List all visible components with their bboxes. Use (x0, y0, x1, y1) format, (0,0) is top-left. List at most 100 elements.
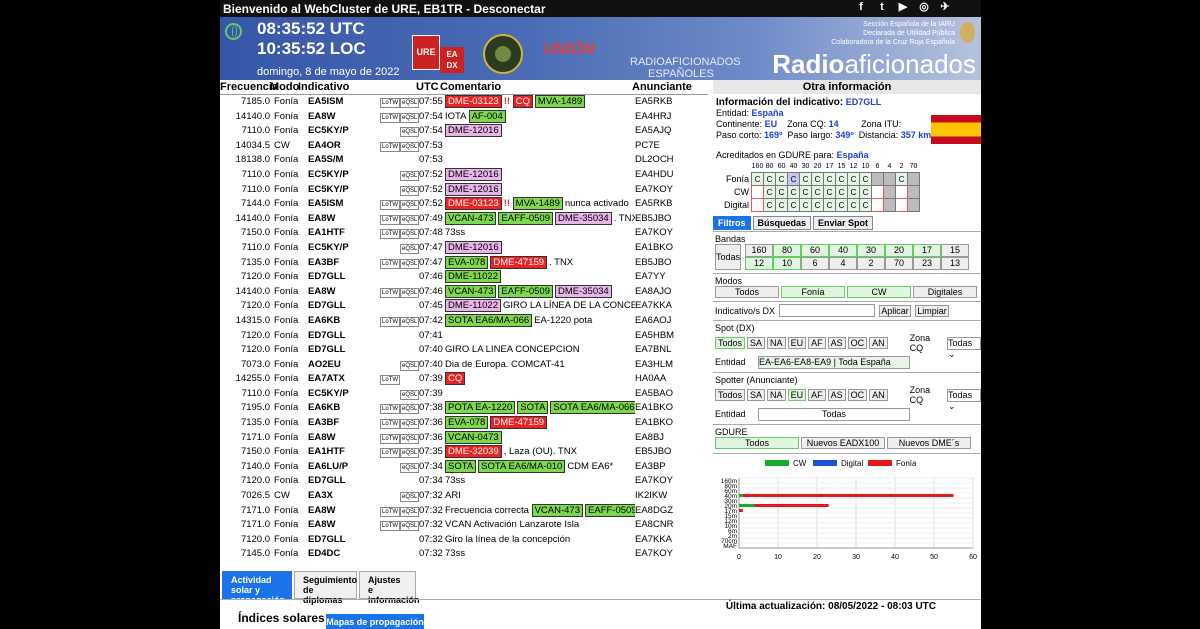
table-row[interactable]: 7120.0 Fonía ED7GLL 07:34 73ss EA7KOY (220, 474, 708, 489)
propagation-maps-button[interactable]: Mapas de propagación (326, 614, 424, 629)
table-row[interactable]: 7185.0 Fonía EA5ISM LoTW eQSL 07:55 DME-03123!… (220, 95, 708, 110)
announcer[interactable]: EA5HBM (635, 329, 700, 344)
table-row[interactable]: 14140.0 Fonía EA8W LoTW eQSL 07:54 IOTA AF-004… (220, 109, 708, 125)
callsign[interactable]: EA3BF (307, 416, 380, 431)
spot-continent-zona-select[interactable]: Todas ⌄ (947, 336, 981, 359)
callsign[interactable]: EC5KY/P (307, 168, 380, 183)
band-button[interactable]: 23 (913, 257, 941, 270)
table-row[interactable]: 14255.0 Fonía EA7ATX LoTW 07:39 CQ HA0AA (220, 372, 708, 387)
band-button[interactable]: 17 (913, 244, 941, 257)
callsign[interactable]: ED7GLL (307, 533, 380, 548)
table-row[interactable]: 7171.0 Fonía EA8W LoTW eQSL 07:36 VCAN-0473 EA8… (220, 430, 708, 446)
callsign[interactable]: EA4OR (307, 139, 380, 154)
award-tag[interactable]: DME-03123 (445, 95, 502, 108)
announcer[interactable]: EA7KOY (635, 183, 700, 198)
table-row[interactable]: 7140.0 Fonía EA6LU/P eQSL 07:34 SOTA SOTA EA6/… (220, 459, 708, 475)
col-frequency[interactable]: Frecuencia (220, 80, 278, 94)
award-tag[interactable]: SOTA EA6/MA-010 (478, 459, 566, 473)
callsign[interactable]: EA8W (307, 285, 380, 300)
announcer[interactable]: DL2OCH (635, 153, 700, 168)
table-row[interactable]: 14140.0 Fonía EA8W LoTW eQSL 07:46 VCAN-473 EAF… (220, 284, 708, 300)
table-row[interactable]: 7110.0 Fonía EC5KY/P eQSL 07:54 DME-12016 EA5A… (220, 124, 708, 139)
table-row[interactable]: 7110.0 Fonía EC5KY/P eQSL 07:52 DME-12016 EA7K… (220, 182, 708, 198)
award-tag[interactable]: SOTA (445, 459, 477, 473)
spotter-continent-sa[interactable]: SA (747, 389, 766, 401)
instagram-icon[interactable]: ◎ (918, 1, 930, 14)
spot-continent-todos[interactable]: Todos (715, 337, 746, 349)
table-row[interactable]: 14034.5 CW EA4OR LoTW eQSL 07:53 PC7E (220, 139, 708, 154)
tab-solar-activity[interactable]: Actividad solar y propagación (222, 571, 292, 605)
spot-continent-an[interactable]: AN (869, 337, 888, 349)
award-tag[interactable]: DME-12016 (445, 124, 502, 138)
table-row[interactable]: 7195.0 Fonía EA6KB LoTW eQSL 07:38 POTA EA-122… (220, 401, 708, 416)
spot-continent-eu[interactable]: EU (787, 337, 807, 349)
gdure-button[interactable]: Todos (715, 437, 799, 449)
spot-continent-oc[interactable]: OC (847, 337, 868, 349)
callsign[interactable]: EA5ISM (307, 95, 380, 110)
callsign[interactable]: ED7GLL (307, 299, 380, 314)
award-tag[interactable]: POTA EA-1220 (445, 401, 516, 415)
col-callsign[interactable]: Indicativo (298, 80, 416, 94)
clear-button[interactable]: Limpiar (915, 304, 950, 317)
table-row[interactable]: 7110.0 Fonía EC5KY/P eQSL 07:47 DME-12016 EA1B… (220, 240, 708, 256)
announcer[interactable]: EA8AJO (635, 285, 700, 300)
band-button[interactable]: 40 (829, 244, 857, 257)
callsign[interactable]: EA8W (307, 518, 380, 533)
callsign[interactable]: ED7GLL (307, 329, 380, 344)
announcer[interactable]: EB5JBO (635, 256, 700, 271)
award-tag[interactable]: DME-12016 (445, 240, 502, 254)
award-tag[interactable]: DME-11022 (445, 270, 501, 284)
mode-button[interactable]: Todos (715, 286, 779, 298)
table-row[interactable]: 7120.0 Fonía ED7GLL 07:45 DME-11022 GIRO LA L… (220, 299, 708, 314)
award-tag[interactable]: MVA-1489 (512, 197, 563, 211)
band-button[interactable]: 10 (773, 257, 801, 270)
announcer[interactable]: EA7BNL (635, 343, 700, 358)
band-button[interactable]: 15 (941, 244, 969, 257)
callsign[interactable]: EC5KY/P (307, 124, 380, 139)
globe-icon[interactable] (225, 23, 242, 40)
col-utc[interactable]: UTC (416, 80, 440, 94)
mode-button[interactable]: CW (847, 286, 911, 298)
announcer[interactable]: HA0AA (635, 372, 700, 387)
mode-button[interactable]: Fonía (781, 286, 845, 298)
announcer[interactable]: EA8BJ (635, 431, 700, 446)
table-row[interactable]: 7110.0 Fonía EC5KY/P eQSL 07:39 EA5BAO (220, 387, 708, 402)
announcer[interactable]: EA4HRJ (635, 110, 700, 125)
twitter-icon[interactable]: t (876, 1, 888, 14)
tab-send-spot[interactable]: Enviar Spot (813, 216, 874, 230)
award-tag[interactable]: SOTA EA6/MA-066 (550, 401, 635, 415)
callsign[interactable]: ED4DC (307, 547, 380, 562)
spot-continent-sa[interactable]: SA (747, 337, 766, 349)
announcer[interactable]: EA8CNR (635, 518, 700, 533)
announcer[interactable]: EA3BP (635, 460, 700, 475)
spot-continent-af[interactable]: AF (808, 337, 826, 349)
tab-diploma-tracking[interactable]: Seguimiento de diplomas (294, 571, 357, 605)
award-tag[interactable]: VCAN-473 (445, 211, 497, 225)
announcer[interactable]: EA6AOJ (635, 314, 700, 329)
table-row[interactable]: 7144.0 Fonía EA5ISM LoTW eQSL 07:52 DME-03123!… (220, 197, 708, 212)
table-row[interactable]: 7150.0 Fonía EA1HTF LoTW eQSL 07:48 73ss EA7KO… (220, 226, 708, 241)
spotter-continent-af[interactable]: AF (808, 389, 826, 401)
announcer[interactable]: EA1BKO (635, 401, 700, 416)
table-row[interactable]: 14140.0 Fonía EA8W LoTW eQSL 07:49 VCAN-473 EAF… (220, 211, 708, 227)
callsign[interactable]: EA1HTF (307, 226, 380, 241)
spotter-continent-zona-select[interactable]: Todas ⌄ (947, 388, 981, 411)
callsign[interactable]: EA6LU/P (307, 460, 380, 475)
announcer[interactable]: EA7KKA (635, 533, 700, 548)
announcer[interactable]: EA1BKO (635, 416, 700, 431)
band-button[interactable]: 30 (857, 244, 885, 257)
table-row[interactable]: 7145.0 Fonía ED4DC 07:32 73ss EA7KOY (220, 547, 708, 562)
tab-searches[interactable]: Búsquedas (752, 216, 812, 230)
callsign[interactable]: EA8W (307, 504, 380, 519)
table-row[interactable]: 14315.0 Fonía EA6KB LoTW eQSL 07:42 SOTA EA6/M… (220, 313, 708, 329)
welcome-text[interactable]: Bienvenido al WebCluster de URE, EB1TR -… (223, 2, 546, 16)
callsign[interactable]: ED7GLL (307, 474, 380, 489)
award-tag[interactable]: EVA-078 (445, 416, 489, 430)
award-tag[interactable]: VCAN-0473 (445, 430, 502, 444)
announcer[interactable]: EA7KKA (635, 299, 700, 314)
award-tag[interactable]: SOTA EA6/MA-066 (445, 313, 533, 327)
table-row[interactable]: 7120.0 Fonía ED7GLL 07:32 Giro la línea de l… (220, 533, 708, 548)
table-row[interactable]: 7150.0 Fonía EA1HTF LoTW eQSL 07:35 DME-32039,… (220, 445, 708, 460)
award-tag[interactable]: DME-12016 (445, 167, 502, 181)
award-tag[interactable]: DME-35034 (555, 211, 612, 225)
